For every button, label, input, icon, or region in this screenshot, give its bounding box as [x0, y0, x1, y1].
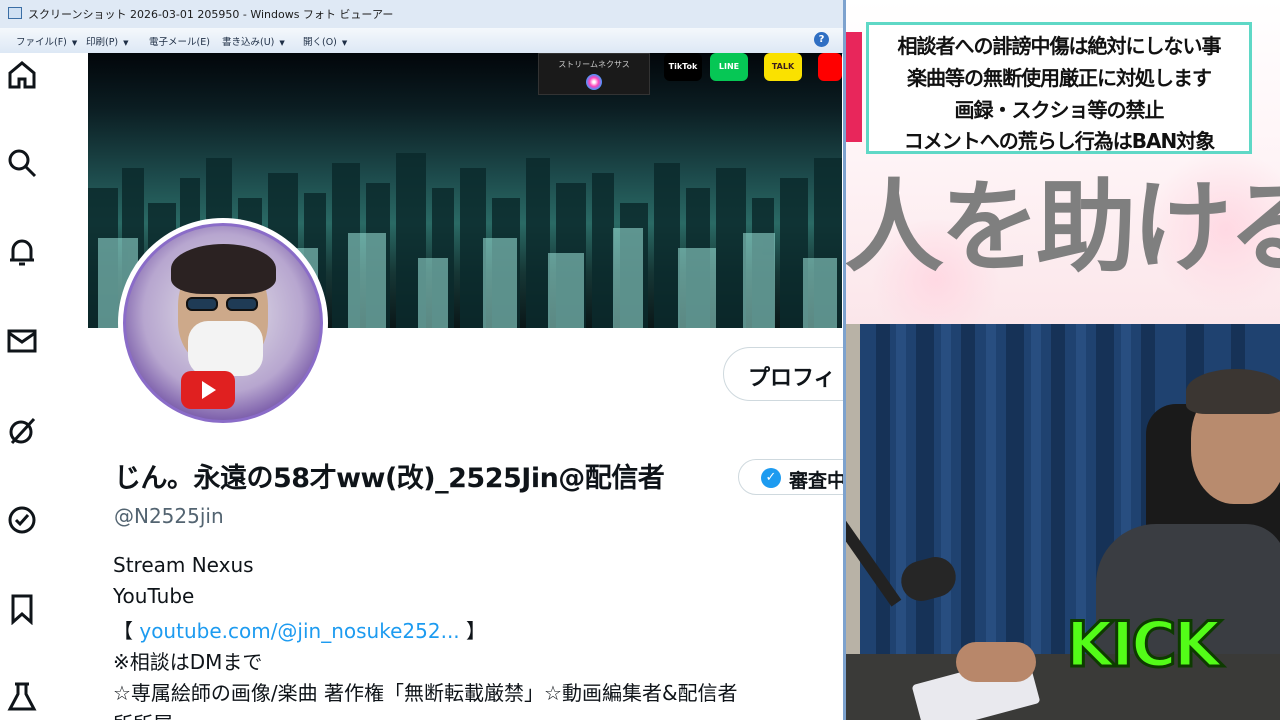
chevron-down-icon: ▼: [279, 39, 285, 47]
help-icon[interactable]: ?: [814, 32, 829, 47]
profile-avatar[interactable]: [118, 218, 328, 428]
chevron-down-icon: ▼: [71, 39, 78, 47]
youtube-icon: [181, 371, 235, 409]
avatar-hair: [171, 244, 276, 294]
webcam-feed: KICK: [846, 324, 1280, 720]
menu-burn[interactable]: 書き込み(U) ▼: [222, 34, 285, 48]
verified-check-icon: ✓: [761, 468, 781, 488]
rule-text: 画録・スクショ等の禁止: [954, 98, 1165, 122]
bookmark-icon[interactable]: [6, 593, 38, 626]
verified-icon[interactable]: [6, 504, 38, 536]
flask-icon[interactable]: [6, 681, 38, 713]
avatar-mask: [188, 321, 263, 376]
bio-line: YouTube: [113, 584, 195, 608]
chevron-down-icon: ▼: [123, 39, 129, 47]
x-sidebar-nav: [0, 53, 88, 720]
edit-profile-button[interactable]: プロフィ: [723, 347, 843, 401]
streamer-hand: [956, 642, 1036, 682]
bio-link-line: 【 youtube.com/@jin_nosuke252... 】: [113, 615, 486, 644]
menu-print[interactable]: 印刷(P) ▼: [86, 34, 129, 48]
rules-panel: 相談者への誹謗中傷は絶対にしない事 楽曲等の無断使用厳正に対処します 画録・スク…: [866, 22, 1252, 154]
home-icon[interactable]: [6, 59, 38, 91]
menu-open[interactable]: 開く(O) ▼: [303, 34, 347, 48]
nexus-logo-icon: [586, 74, 602, 90]
badge-text: ストリームネクサス: [558, 60, 630, 69]
bio-line: 所所属: [113, 708, 173, 720]
youtube-banner-icon: [818, 53, 842, 81]
stream-nexus-badge: ストリームネクサス: [538, 53, 650, 95]
slogan-text: 人を助ける: [846, 169, 1280, 286]
display-name: じん。永遠の58才ww(改)_2525Jin@配信者: [114, 463, 665, 494]
bio-line: ☆専属絵師の画像/楽曲 著作権「無断転載厳禁」☆動画編集者&配信者: [113, 681, 738, 705]
title-bar[interactable]: スクリーンショット 2026-03-01 205950 - Windows フォ…: [0, 0, 843, 29]
rule-text: 相談者への誹謗中傷は絶対にしない事: [897, 34, 1222, 58]
grok-icon[interactable]: [6, 415, 38, 447]
rule-text: コメントへの荒らし行為はBAN対象: [903, 129, 1215, 153]
verification-status: 審査中: [789, 470, 846, 492]
streamer-hair: [1186, 369, 1280, 414]
menu-bar: ファイル(F) ▼ 印刷(P) ▼ 電子メール(E) 書き込み(U) ▼ 開く(O) ▼…: [0, 28, 843, 54]
kick-logo: KICK: [1065, 608, 1224, 681]
photo-viewer-window: スクリーンショット 2026-03-01 205950 - Windows フォ…: [0, 0, 846, 720]
bracket-open: 【: [113, 619, 140, 643]
photo-viewer-app-icon: [8, 7, 22, 19]
edit-profile-label: プロフィ: [748, 366, 836, 391]
tiktok-icon: TikTok: [664, 53, 702, 81]
avatar-glasses: [186, 296, 266, 312]
rule-text: 楽曲等の無断使用厳正に対処します: [907, 66, 1212, 90]
user-handle: @N2525jin: [114, 504, 224, 528]
menu-email[interactable]: 電子メール(E): [149, 34, 210, 48]
stream-overlay: 相談者への誹謗中傷は絶対にしない事 楽曲等の無断使用厳正に対処します 画録・スク…: [846, 0, 1280, 720]
bio-line: Stream Nexus: [113, 553, 254, 577]
search-icon[interactable]: [6, 147, 38, 179]
chevron-down-icon: ▼: [341, 39, 348, 47]
menu-file[interactable]: ファイル(F) ▼: [16, 34, 77, 48]
bio-line: ※相談はDMまで: [113, 650, 263, 674]
line-icon: LINE: [710, 53, 748, 81]
verification-badge-button[interactable]: ✓ 審査中: [738, 459, 846, 495]
youtube-link[interactable]: youtube.com/@jin_nosuke252...: [139, 619, 459, 643]
bell-icon[interactable]: [6, 236, 38, 268]
bracket-close: 】: [459, 619, 487, 643]
overlay-banner: 相談者への誹謗中傷は絶対にしない事 楽曲等の無断使用厳正に対処します 画録・スク…: [846, 0, 1280, 340]
pink-tab: [846, 32, 862, 142]
window-title: スクリーンショット 2026-03-01 205950 - Windows フォ…: [28, 8, 394, 21]
mail-icon[interactable]: [6, 325, 38, 357]
kakaotalk-icon: TALK: [764, 53, 802, 81]
